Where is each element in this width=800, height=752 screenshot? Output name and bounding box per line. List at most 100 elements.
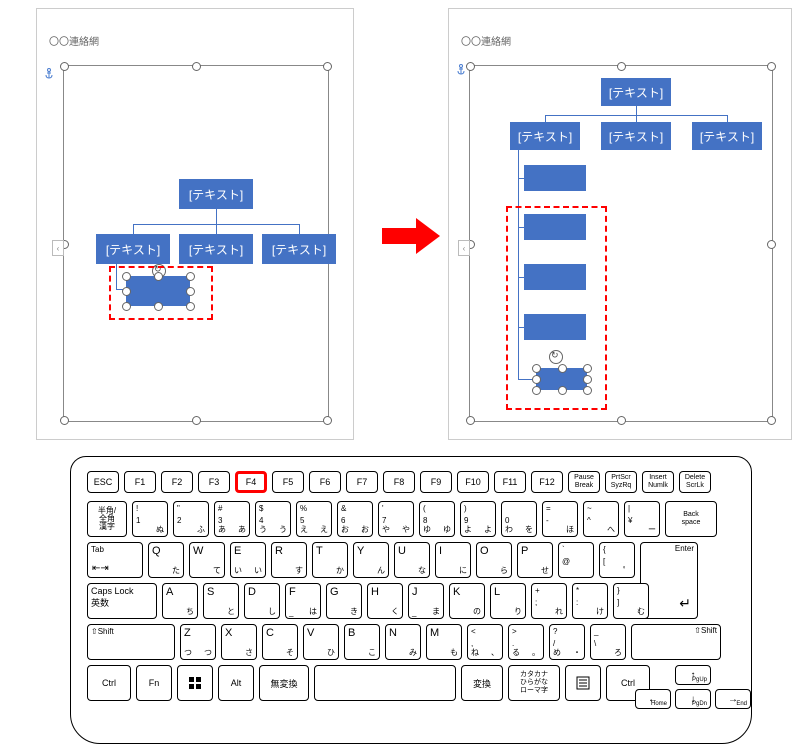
- key-f[interactable]: F_は: [285, 583, 321, 619]
- key-capslock[interactable]: Caps Lock英数: [87, 583, 157, 619]
- key-ctrl[interactable]: Ctrl: [87, 665, 131, 701]
- key-f1[interactable]: F1: [124, 471, 156, 493]
- key--[interactable]: =-ほ: [542, 501, 578, 537]
- key-i[interactable]: Iに: [435, 542, 471, 578]
- key-right[interactable]: →End: [715, 689, 751, 709]
- key-s[interactable]: Sと: [203, 583, 239, 619]
- key-u[interactable]: Uな: [394, 542, 430, 578]
- org-node[interactable]: [テキスト]: [96, 234, 170, 264]
- key-,[interactable]: <,ね、: [467, 624, 503, 660]
- key-r[interactable]: Rす: [271, 542, 307, 578]
- key-][interactable]: }]む: [613, 583, 649, 619]
- key-a[interactable]: Aち: [162, 583, 198, 619]
- key-4[interactable]: $4うう: [255, 501, 291, 537]
- key-b[interactable]: Bこ: [344, 624, 380, 660]
- key-m[interactable]: Mも: [426, 624, 462, 660]
- key-0[interactable]: 0わを: [501, 501, 537, 537]
- key-t[interactable]: Tか: [312, 542, 348, 578]
- key-f8[interactable]: F8: [383, 471, 415, 493]
- smartart-caret[interactable]: ‹: [52, 240, 64, 256]
- org-node[interactable]: [524, 165, 586, 191]
- org-node[interactable]: [524, 214, 586, 240]
- key-alt[interactable]: Alt: [218, 665, 254, 701]
- key-^[interactable]: ~^へ: [583, 501, 619, 537]
- key-カタカナ ひらがな ローマ字[interactable]: カタカナひらがなローマ字: [508, 665, 560, 701]
- org-node[interactable]: [524, 264, 586, 290]
- key-shift-l[interactable]: ⇧Shift: [87, 624, 175, 660]
- org-node[interactable]: [テキスト]: [692, 122, 762, 150]
- key-1[interactable]: !1ぬ: [132, 501, 168, 537]
- key-g[interactable]: Gき: [326, 583, 362, 619]
- key-.[interactable]: >.る。: [508, 624, 544, 660]
- key-2[interactable]: "2ふ: [173, 501, 209, 537]
- key-k[interactable]: Kの: [449, 583, 485, 619]
- key-f9[interactable]: F9: [420, 471, 452, 493]
- key-f3[interactable]: F3: [198, 471, 230, 493]
- key-3[interactable]: #3ああ: [214, 501, 250, 537]
- org-node[interactable]: [524, 314, 586, 340]
- key-esc[interactable]: ESC: [87, 471, 119, 493]
- key-hankaku[interactable]: 半角/全角漢字: [87, 501, 127, 537]
- key-j[interactable]: J_ま: [408, 583, 444, 619]
- key-7[interactable]: '7やや: [378, 501, 414, 537]
- org-node[interactable]: [テキスト]: [179, 179, 253, 209]
- key-x[interactable]: Xさ: [221, 624, 257, 660]
- key-:[interactable]: *:け: [572, 583, 608, 619]
- key-up[interactable]: ↑PgUp: [675, 665, 711, 685]
- key-delete[interactable]: DeleteScrLk: [679, 471, 711, 493]
- key-f2[interactable]: F2: [161, 471, 193, 493]
- key-/[interactable]: ?/め・: [549, 624, 585, 660]
- key-windows[interactable]: [177, 665, 213, 701]
- key-l[interactable]: Lり: [490, 583, 526, 619]
- rotate-handle[interactable]: [549, 350, 563, 364]
- key-f4[interactable]: F4: [235, 471, 267, 493]
- key-insert[interactable]: InsertNumlk: [642, 471, 674, 493]
- key-9[interactable]: )9よよ: [460, 501, 496, 537]
- key-¥[interactable]: |¥ー: [624, 501, 660, 537]
- key-\[interactable]: _\ろ: [590, 624, 626, 660]
- org-node[interactable]: [テキスト]: [510, 122, 580, 150]
- key-f6[interactable]: F6: [309, 471, 341, 493]
- key-o[interactable]: Oら: [476, 542, 512, 578]
- key-[[interactable]: {[゜: [599, 542, 635, 578]
- key-@[interactable]: `@: [558, 542, 594, 578]
- key-y[interactable]: Yん: [353, 542, 389, 578]
- key-p[interactable]: Pせ: [517, 542, 553, 578]
- smartart-frame[interactable]: ‹ [テキスト] [テキスト] [テキスト] [テキスト]: [469, 65, 773, 422]
- key-f5[interactable]: F5: [272, 471, 304, 493]
- key-f7[interactable]: F7: [346, 471, 378, 493]
- key-z[interactable]: Zつつ: [180, 624, 216, 660]
- key-8[interactable]: (8ゆゆ: [419, 501, 455, 537]
- key-c[interactable]: Cそ: [262, 624, 298, 660]
- key-tab[interactable]: Tab⇤⇥: [87, 542, 143, 578]
- org-node[interactable]: [テキスト]: [179, 234, 253, 264]
- key-5[interactable]: %5ええ: [296, 501, 332, 537]
- key-prtscr[interactable]: PrtScrSyzRq: [605, 471, 637, 493]
- key-q[interactable]: Qた: [148, 542, 184, 578]
- key-d[interactable]: Dし: [244, 583, 280, 619]
- key-f10[interactable]: F10: [457, 471, 489, 493]
- org-node[interactable]: [テキスト]: [601, 78, 671, 106]
- key-6[interactable]: &6おお: [337, 501, 373, 537]
- key-e[interactable]: Eいい: [230, 542, 266, 578]
- key-menu[interactable]: [565, 665, 601, 701]
- org-node[interactable]: [テキスト]: [262, 234, 336, 264]
- key-backspace[interactable]: Backspace: [665, 501, 717, 537]
- key-down[interactable]: ↓PgDn: [675, 689, 711, 709]
- key-;[interactable]: +;れ: [531, 583, 567, 619]
- key-v[interactable]: Vひ: [303, 624, 339, 660]
- key-fn[interactable]: Fn: [136, 665, 172, 701]
- key-f11[interactable]: F11: [494, 471, 526, 493]
- smartart-frame[interactable]: ‹ [テキスト] [テキスト] [テキスト] [テキスト]: [63, 65, 329, 422]
- key-無変換[interactable]: 無変換: [259, 665, 309, 701]
- key-変換[interactable]: 変換: [461, 665, 503, 701]
- org-node[interactable]: [テキスト]: [601, 122, 671, 150]
- smartart-caret[interactable]: ‹: [458, 240, 470, 256]
- key-shift-r[interactable]: ⇧Shift: [631, 624, 721, 660]
- key-pause[interactable]: PauseBreak: [568, 471, 600, 493]
- key-h[interactable]: Hく: [367, 583, 403, 619]
- key-left[interactable]: ←Home: [635, 689, 671, 709]
- key-w[interactable]: Wて: [189, 542, 225, 578]
- key-f12[interactable]: F12: [531, 471, 563, 493]
- key-space[interactable]: [314, 665, 456, 701]
